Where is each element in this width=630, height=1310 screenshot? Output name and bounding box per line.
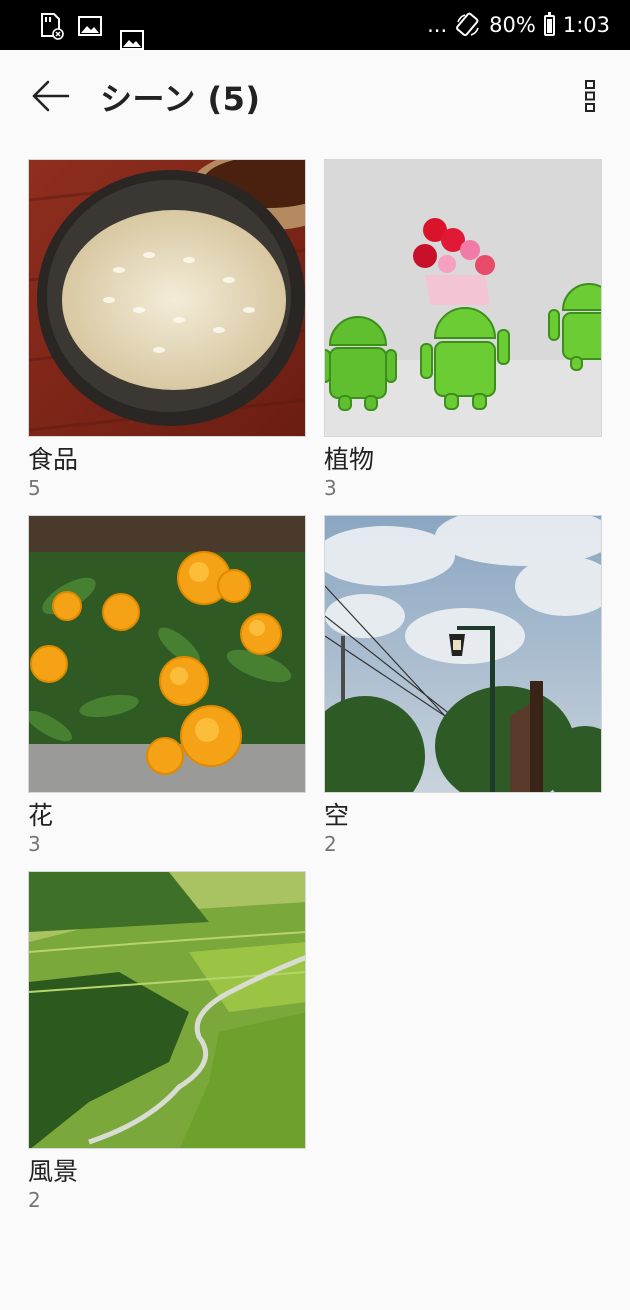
image-icon [78, 16, 102, 36]
clock: 1:03 [562, 13, 610, 37]
status-bar: ... 80% 1:03 [0, 0, 630, 50]
marigold-image [29, 516, 305, 792]
album-count: 3 [324, 476, 337, 500]
album-thumbnail[interactable] [324, 159, 602, 437]
album-tile-sky[interactable]: 空 2 [324, 515, 602, 857]
album-count: 2 [324, 832, 337, 856]
sky-streetlamp-image [325, 516, 601, 792]
album-thumbnail[interactable] [28, 159, 306, 437]
android-figures-image [325, 160, 601, 436]
more-vert-icon [585, 80, 595, 112]
battery-icon [543, 11, 555, 36]
album-name: 食品 [28, 445, 79, 474]
album-tile-flowers[interactable]: 花 3 [28, 515, 306, 857]
album-tile-food[interactable]: 食品 5 [28, 159, 306, 501]
album-thumbnail[interactable] [324, 515, 602, 793]
album-thumbnail[interactable] [28, 515, 306, 793]
auto-rotate-icon [456, 12, 479, 37]
album-count: 2 [28, 1188, 41, 1212]
back-button[interactable] [26, 72, 74, 120]
rice-bowl-image [29, 160, 305, 436]
rice-terrace-image [29, 872, 305, 1148]
image-icon [120, 30, 144, 50]
page-title: シーン (5) [100, 80, 261, 118]
album-count: 3 [28, 832, 41, 856]
album-name: 植物 [324, 445, 375, 474]
battery-percent: 80% [489, 13, 536, 37]
album-thumbnail[interactable] [28, 871, 306, 1149]
album-tile-landscape[interactable]: 風景 2 [28, 871, 306, 1213]
more-notifications-indicator: ... [427, 13, 448, 37]
album-tile-plants[interactable]: 植物 3 [324, 159, 602, 501]
album-name: 風景 [28, 1157, 79, 1186]
album-count: 5 [28, 476, 41, 500]
album-name: 空 [324, 801, 350, 830]
sd-card-icon [41, 13, 64, 40]
album-name: 花 [28, 801, 54, 830]
arrow-back-icon [32, 80, 70, 112]
more-options-button[interactable] [572, 76, 608, 116]
app-bar: シーン (5) [0, 50, 630, 145]
